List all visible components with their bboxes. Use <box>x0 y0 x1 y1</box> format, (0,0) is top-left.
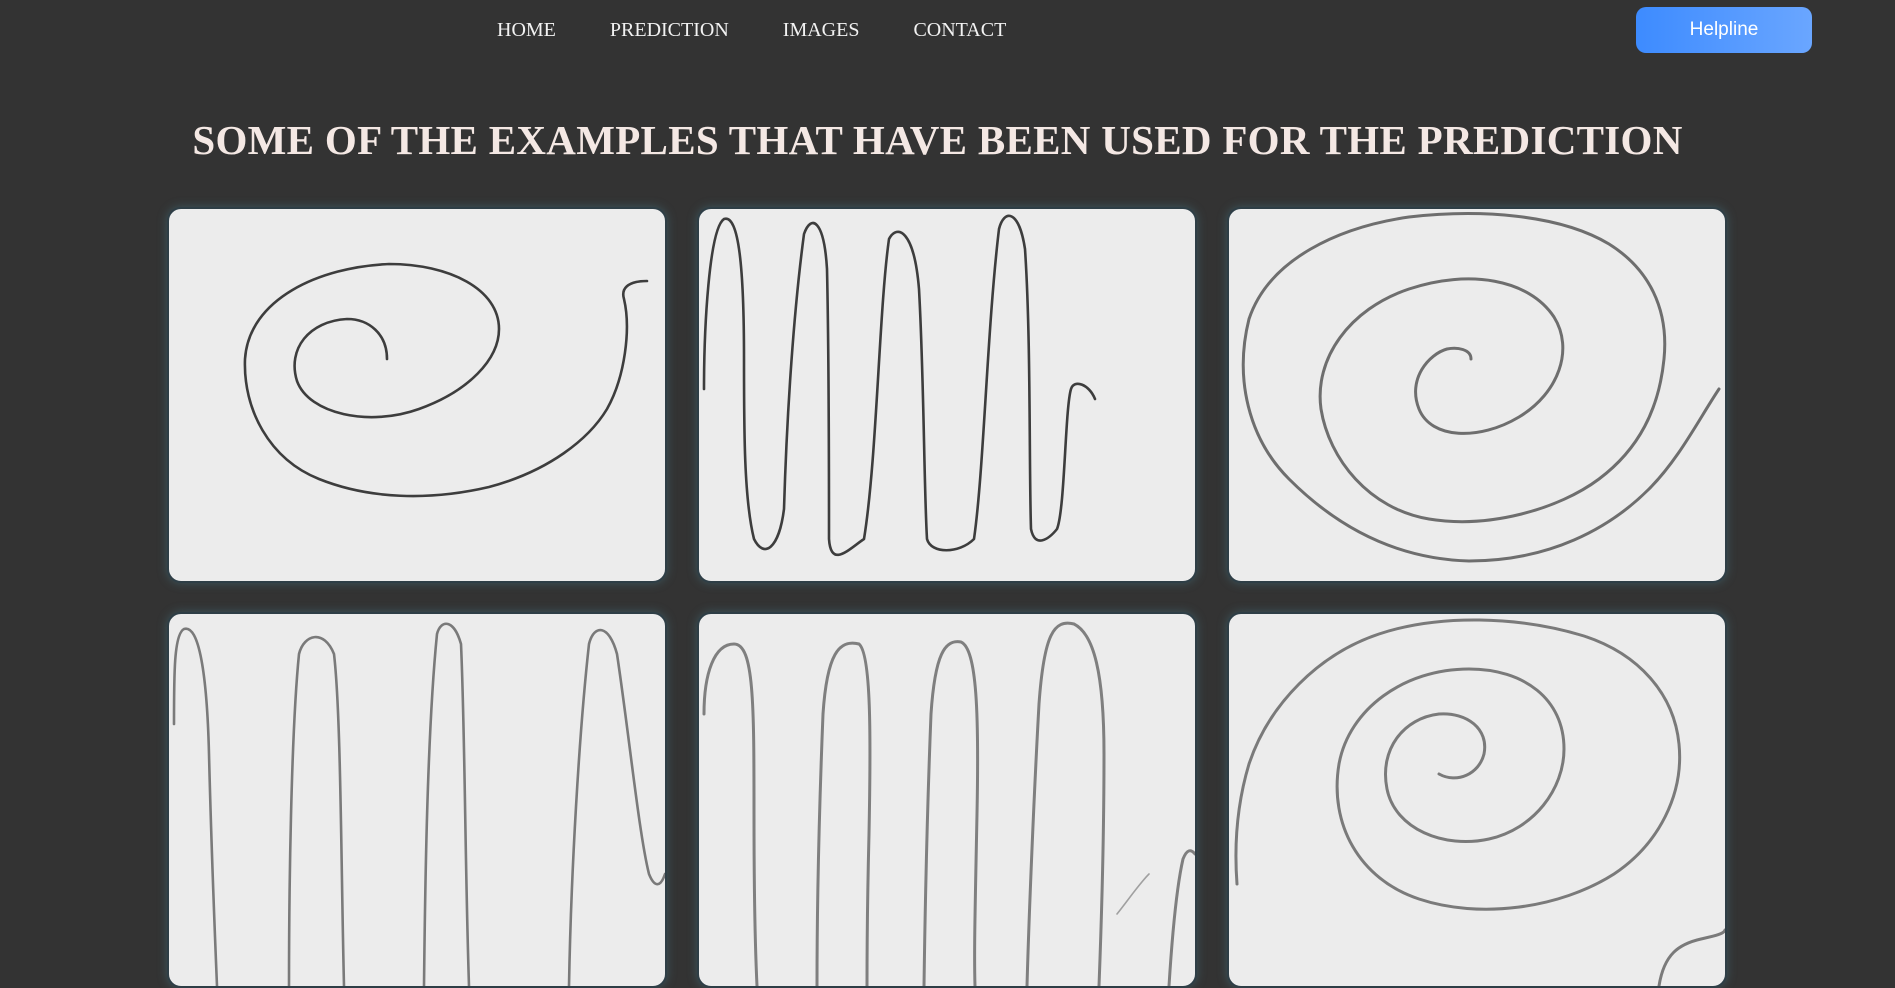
gallery-card-wave-1[interactable] <box>697 207 1197 583</box>
gallery-card-spiral-2[interactable] <box>1227 207 1727 583</box>
wave-drawing-image <box>702 214 1097 556</box>
gallery-card-wave-3[interactable] <box>697 612 1197 988</box>
gallery-card-spiral-3[interactable] <box>1227 612 1727 988</box>
nav-images-link[interactable]: IMAGES <box>783 18 860 42</box>
spiral-drawing-image <box>1234 618 1725 986</box>
nav-home-link[interactable]: HOME <box>497 18 556 42</box>
gallery-card-wave-2[interactable] <box>167 612 667 988</box>
spiral-drawing-image <box>243 262 649 498</box>
wave-drawing-image <box>172 622 665 986</box>
top-nav: HOME PREDICTION IMAGES CONTACT Helpline <box>0 0 1895 60</box>
nav-links: HOME PREDICTION IMAGES CONTACT <box>497 18 1060 42</box>
helpline-button[interactable]: Helpline <box>1636 7 1812 53</box>
gallery-card-spiral-1[interactable] <box>167 207 667 583</box>
wave-drawing-image <box>702 621 1195 986</box>
nav-contact-link[interactable]: CONTACT <box>913 18 1006 42</box>
nav-prediction-link[interactable]: PREDICTION <box>610 18 729 42</box>
page-title: SOME OF THE EXAMPLES THAT HAVE BEEN USED… <box>192 117 1683 163</box>
page-title-wrapper: SOME OF THE EXAMPLES THAT HAVE BEEN USED… <box>0 116 1895 164</box>
spiral-drawing-image <box>1241 212 1721 563</box>
